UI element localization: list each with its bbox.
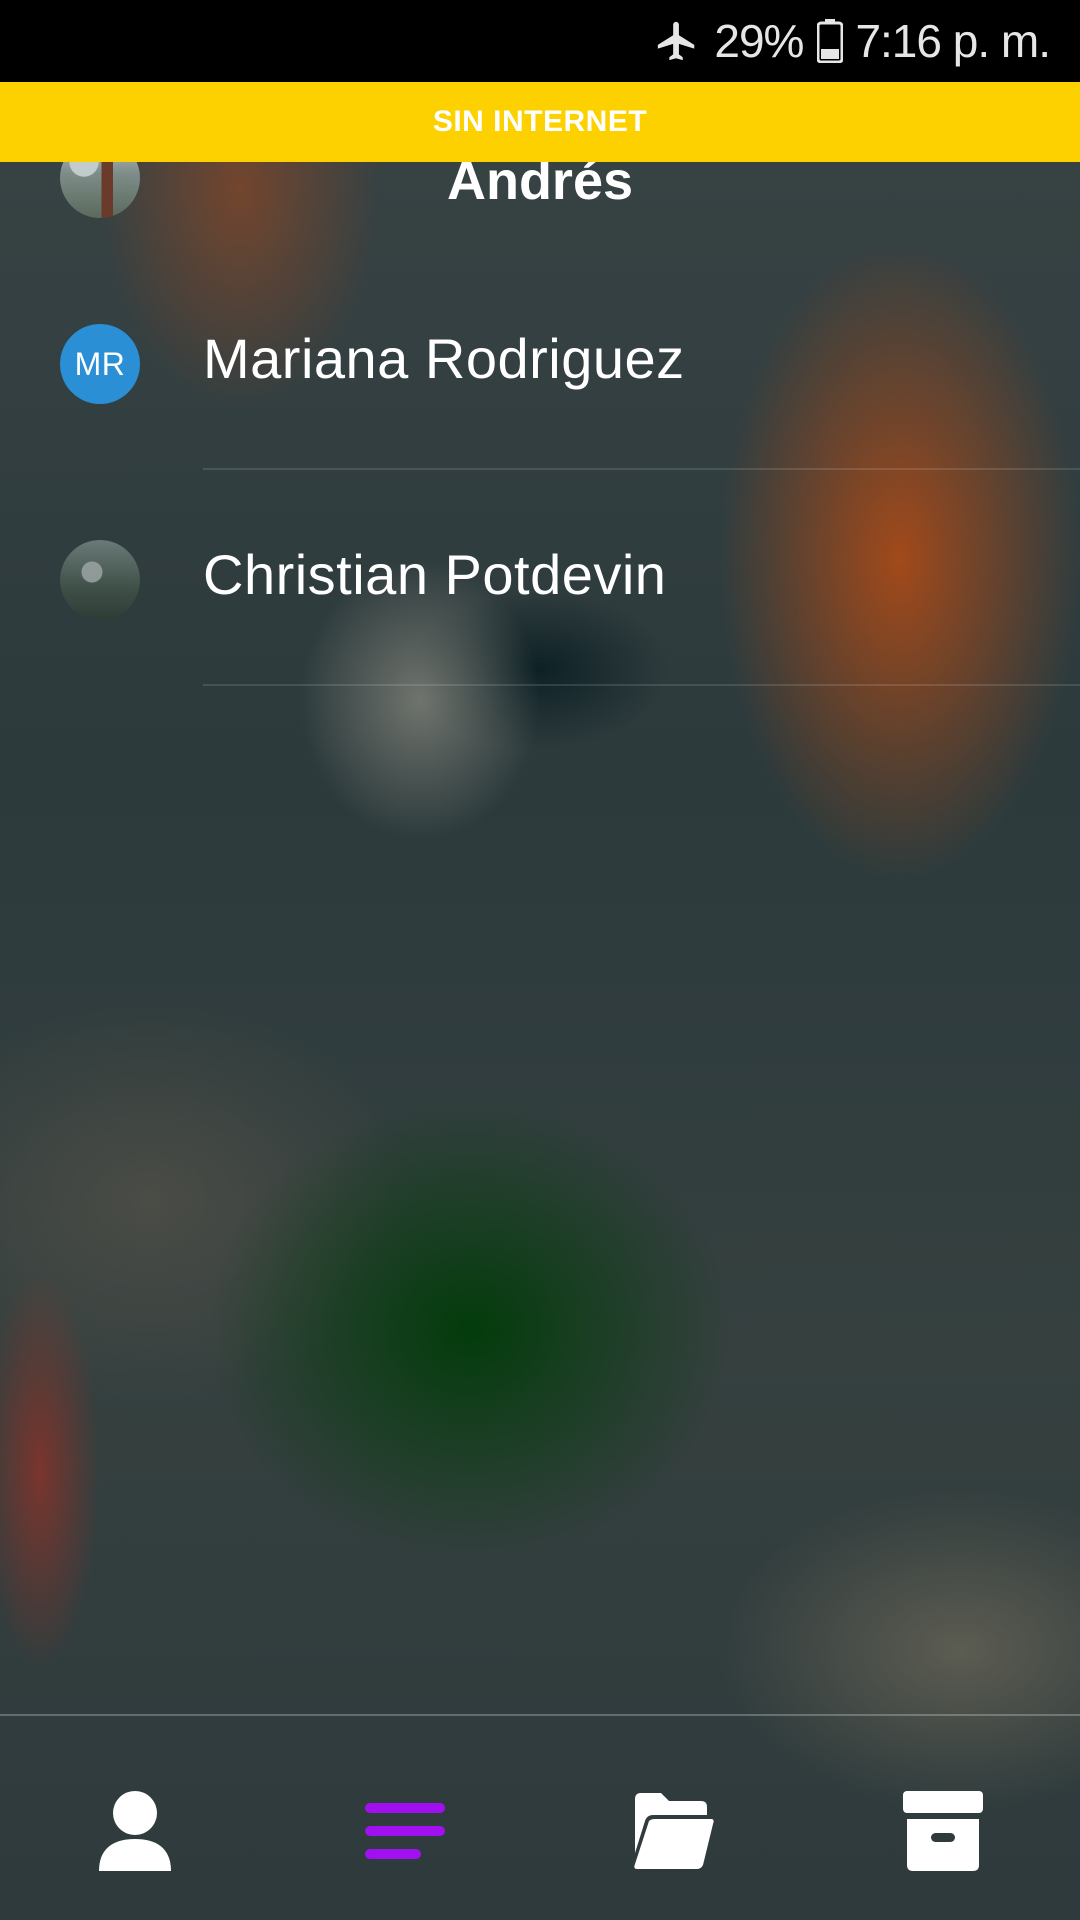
battery-percentage: 29% <box>714 15 804 67</box>
archive-icon <box>901 1789 985 1873</box>
folder-open-icon <box>631 1791 715 1871</box>
clock: 7:16 p. m. <box>855 15 1051 67</box>
row-divider <box>203 684 1080 686</box>
contact-row[interactable]: MR Mariana Rodriguez <box>0 254 1080 470</box>
nav-feed[interactable] <box>360 1786 450 1876</box>
offline-banner-text: SIN INTERNET <box>432 105 648 138</box>
avatar-initials: MR <box>74 345 126 382</box>
offline-banner: SIN INTERNET <box>0 82 1080 162</box>
contact-row[interactable]: Christian Potdevin <box>0 470 1080 686</box>
list-icon <box>363 1801 447 1861</box>
airplane-mode-icon <box>654 18 700 64</box>
nav-files[interactable] <box>628 1786 718 1876</box>
contact-avatar <box>60 540 140 620</box>
nav-profile[interactable] <box>90 1786 180 1876</box>
nav-archive[interactable] <box>898 1786 988 1876</box>
contact-name: Mariana Rodriguez <box>203 327 685 390</box>
person-icon <box>97 1789 173 1873</box>
bottom-navigation <box>0 1714 1080 1920</box>
contact-avatar: MR <box>60 324 140 404</box>
contact-name: Christian Potdevin <box>203 543 667 606</box>
battery-icon <box>817 19 844 63</box>
status-bar: 29% 7:16 p. m. <box>0 0 1080 82</box>
